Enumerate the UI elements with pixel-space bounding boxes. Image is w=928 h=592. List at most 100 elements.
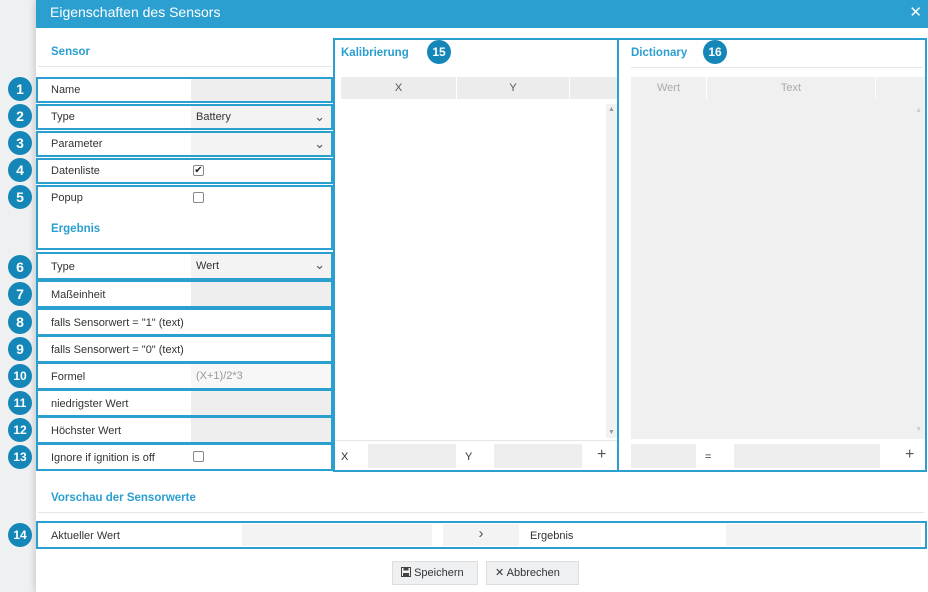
sensor-type-value: Battery xyxy=(196,111,231,123)
kalibrierung-heading: Kalibrierung xyxy=(341,47,409,59)
callout-badge: 15 xyxy=(427,40,451,64)
kalibrierung-scrollbar[interactable]: ▲ ▼ xyxy=(606,104,617,438)
divider xyxy=(631,67,923,68)
chevron-down-icon: ⌄ xyxy=(314,109,325,124)
kalibrierung-panel: Kalibrierung X Y ▲ ▼ X Y + xyxy=(333,38,619,472)
scroll-down-icon: ▼ xyxy=(915,426,922,433)
formel-label: Formel xyxy=(51,371,86,383)
kalibrierung-add-icon[interactable]: + xyxy=(597,446,606,464)
dictionary-panel: Dictionary Wert Text ▲ ▼ = + xyxy=(617,38,927,472)
ergebnis-type-row: Type Wert ⌄ xyxy=(36,252,333,280)
formel-placeholder: (X+1)/2*3 xyxy=(196,370,243,382)
callout-badge: 5 xyxy=(8,185,32,209)
ignore-ignition-label: Ignore if ignition is off xyxy=(51,452,155,464)
masseinheit-row: Maßeinheit xyxy=(36,280,333,308)
kalibrierung-col-x[interactable]: X xyxy=(341,77,456,99)
dictionary-add-icon[interactable]: + xyxy=(905,446,914,464)
close-icon[interactable]: ✕ xyxy=(909,3,922,21)
ergebnis-type-select[interactable]: Wert ⌄ xyxy=(191,254,331,278)
min-input[interactable] xyxy=(191,391,331,415)
scroll-up-icon[interactable]: ▲ xyxy=(608,106,615,113)
save-label: Speichern xyxy=(414,567,464,579)
floppy-icon xyxy=(401,567,411,577)
kalibrierung-y-input[interactable] xyxy=(494,444,582,468)
chevron-down-icon: ⌄ xyxy=(314,257,325,272)
sensor-heading: Sensor xyxy=(51,46,90,58)
text0-label: falls Sensorwert = "0" (text) xyxy=(51,344,184,356)
ergebnis-type-value: Wert xyxy=(196,260,220,272)
kalibrierung-col-actions xyxy=(570,77,617,99)
callout-badge: 6 xyxy=(8,255,32,279)
parameter-label: Parameter xyxy=(51,138,103,150)
aktueller-wert-label: Aktueller Wert xyxy=(51,530,120,542)
datenliste-checkbox[interactable]: ✔ xyxy=(193,165,204,176)
divider xyxy=(38,66,332,67)
max-input[interactable] xyxy=(191,418,331,442)
popup-row: Popup xyxy=(36,185,333,207)
callout-badge: 14 xyxy=(8,523,32,547)
ergebnis-output xyxy=(726,524,921,546)
divider xyxy=(335,440,617,441)
ergebnis-heading: Ergebnis xyxy=(51,223,101,235)
dialog-titlebar: Eigenschaften des Sensors ✕ xyxy=(36,0,928,28)
callout-badge: 2 xyxy=(8,104,32,128)
popup-checkbox[interactable] xyxy=(193,192,204,203)
max-row: Höchster Wert xyxy=(36,416,333,444)
x-icon: ✕ xyxy=(495,567,505,579)
name-input[interactable] xyxy=(191,79,331,101)
dictionary-heading: Dictionary xyxy=(631,47,688,59)
callout-badge: 9 xyxy=(8,337,32,361)
dictionary-col-wert: Wert xyxy=(631,77,706,99)
sensor-properties-dialog: Eigenschaften des Sensors ✕ Sensor Name … xyxy=(36,0,928,592)
text1-input[interactable] xyxy=(191,310,331,334)
callout-badge: 4 xyxy=(8,158,32,182)
kalibrierung-col-y[interactable]: Y xyxy=(457,77,569,99)
callout-badge: 16 xyxy=(703,40,727,64)
parameter-row: Parameter ⌄ xyxy=(36,131,333,157)
masseinheit-input[interactable] xyxy=(191,282,331,306)
name-label: Name xyxy=(51,84,81,96)
callout-badge: 12 xyxy=(8,418,32,442)
text1-label: falls Sensorwert = "1" (text) xyxy=(51,317,184,329)
sensor-type-select[interactable]: Battery ⌄ xyxy=(191,106,331,128)
scroll-down-icon[interactable]: ▼ xyxy=(608,429,615,436)
dictionary-wert-input xyxy=(631,444,696,468)
vorschau-row: Aktueller Wert › Ergebnis xyxy=(36,521,927,549)
datenliste-label: Datenliste xyxy=(51,165,100,177)
dictionary-table-body: ▲ ▼ xyxy=(631,99,925,439)
parameter-select[interactable]: ⌄ xyxy=(191,133,331,155)
datenliste-row: Datenliste ✔ xyxy=(36,158,333,184)
formel-row: Formel (X+1)/2*3 xyxy=(36,362,333,390)
callout-badge: 8 xyxy=(8,310,32,334)
callout-badge: 13 xyxy=(8,445,32,469)
callout-badge: 3 xyxy=(8,131,32,155)
cancel-button[interactable]: ✕ Abbrechen xyxy=(486,561,579,585)
text0-input[interactable] xyxy=(191,337,331,361)
ignore-ignition-checkbox[interactable] xyxy=(193,451,204,462)
kalibrierung-x-label: X xyxy=(341,451,349,463)
callout-badge: 1 xyxy=(8,77,32,101)
kalibrierung-x-input[interactable] xyxy=(368,444,456,468)
text1-row: falls Sensorwert = "1" (text) xyxy=(36,308,333,336)
scroll-up-icon: ▲ xyxy=(915,107,922,114)
chevron-down-icon: ⌄ xyxy=(314,136,325,151)
vorschau-heading: Vorschau der Sensorwerte xyxy=(51,492,196,504)
dialog-title: Eigenschaften des Sensors xyxy=(50,4,221,20)
callout-badge: 7 xyxy=(8,282,32,306)
dictionary-text-input xyxy=(734,444,880,468)
kalibrierung-y-label: Y xyxy=(465,451,473,463)
name-row: Name xyxy=(36,77,333,103)
dictionary-equals: = xyxy=(705,451,712,463)
divider xyxy=(38,512,924,513)
sensor-type-label: Type xyxy=(51,111,75,123)
min-label: niedrigster Wert xyxy=(51,398,129,410)
chevron-right-icon[interactable]: › xyxy=(443,524,519,546)
formel-input[interactable]: (X+1)/2*3 xyxy=(191,364,331,388)
dictionary-col-actions xyxy=(876,77,925,99)
dictionary-col-text: Text xyxy=(707,77,875,99)
ergebnis-type-label: Type xyxy=(51,261,75,273)
callout-badge: 11 xyxy=(8,391,32,415)
save-button[interactable]: Speichern xyxy=(392,561,478,585)
text0-row: falls Sensorwert = "0" (text) xyxy=(36,335,333,363)
ergebnis-heading-box: Ergebnis xyxy=(36,206,333,250)
